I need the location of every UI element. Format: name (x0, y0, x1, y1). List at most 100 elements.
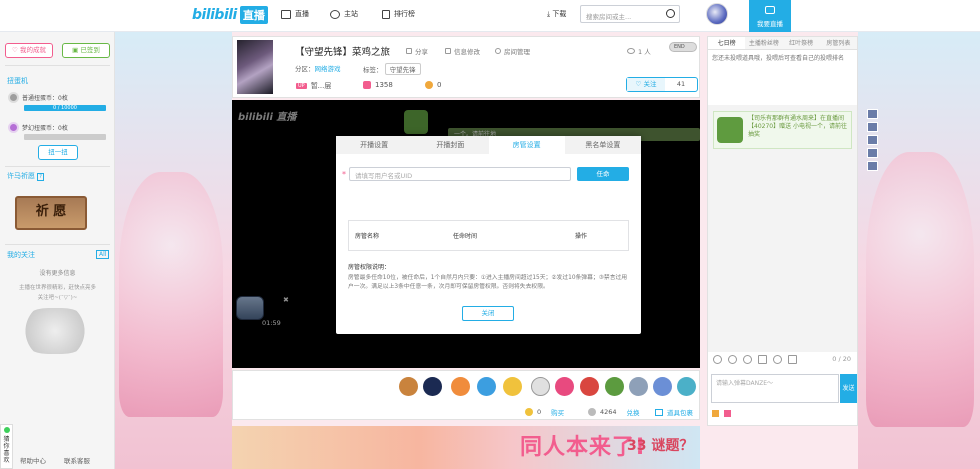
gift-item-icon[interactable] (423, 377, 442, 396)
gift-item-icon[interactable] (503, 377, 522, 396)
gift-item-icon[interactable] (580, 377, 599, 396)
nav-live-label: 直播 (295, 10, 309, 18)
live-toggle[interactable]: END (669, 42, 697, 52)
admin-user-input[interactable]: 请填写用户名或UID (349, 167, 571, 181)
gift-item-icon[interactable] (629, 377, 648, 396)
gift-item-icon[interactable] (653, 377, 672, 396)
gold-count: 1358 (375, 81, 393, 89)
divider (5, 65, 110, 66)
smile-icon[interactable] (743, 355, 752, 364)
dream-capsule-row: 梦幻扭蛋币：0枚 (8, 122, 68, 133)
edit-icon (445, 48, 451, 54)
nav-live[interactable]: 直播 (281, 9, 309, 19)
nav-rank[interactable]: 排行榜 (382, 9, 415, 19)
download-link[interactable]: ⤓ 下载 (547, 9, 566, 19)
gift-item-icon[interactable] (555, 377, 574, 396)
share-label: 分享 (415, 48, 428, 56)
follow-count: 41 (676, 80, 686, 88)
logo-live: 直播 (239, 6, 268, 24)
trash-icon[interactable] (758, 355, 767, 364)
appoint-button[interactable]: 任命 (577, 167, 629, 181)
thumbnail[interactable] (867, 109, 878, 119)
user-avatar[interactable] (706, 3, 728, 25)
silver-balance: 0 购买 (525, 407, 564, 417)
online-dot (4, 427, 10, 433)
exchange-link[interactable]: 兑换 (627, 407, 640, 417)
room-cover[interactable] (237, 40, 273, 94)
room-header: 【守望先锋】菜鸡之旅 分享 信息修改 房间管理 1 人 END 分区：网络游戏 … (232, 36, 700, 98)
card-icon[interactable] (788, 355, 797, 364)
normal-capsule-progress-text: 0 / 10000 (53, 105, 77, 111)
gift-item-icon[interactable] (451, 377, 470, 396)
room-manage-label: 房间管理 (504, 48, 530, 56)
top-navbar: bilibili 直播 直播 主站 排行榜 ⤓ 下载 搜索房间或主... 我要直… (0, 0, 980, 32)
thumbnail[interactable] (867, 161, 878, 171)
tab-room-admin[interactable]: 房管设置 (488, 136, 565, 154)
nav-main-site-label: 主站 (344, 10, 358, 18)
gift-item-icon[interactable] (605, 377, 624, 396)
follow-all-button[interactable]: All (96, 250, 110, 259)
signed-button[interactable]: ▣ 已签到 (62, 43, 110, 58)
my-achievement-button[interactable]: ♡ 我的成就 (5, 43, 53, 58)
gift-item-icon[interactable] (531, 377, 550, 396)
rank-tabs: 七日榜 主播粉丝榜 红叶祭榜 房管列表 (708, 37, 857, 50)
bilibili-live-logo[interactable]: bilibili 直播 (192, 6, 268, 24)
color-option-icon[interactable] (712, 410, 719, 417)
tab-live-settings[interactable]: 开播设置 (336, 136, 412, 154)
close-button[interactable]: 关闭 (462, 306, 514, 321)
danmu-input[interactable]: 请输入弹幕DANZE～ (711, 374, 839, 403)
color-option-icon[interactable] (724, 410, 731, 417)
promo-banner[interactable]: 同人本来了! 33 谜题？ (232, 426, 700, 469)
silver-coin-icon (525, 408, 533, 416)
record-icon[interactable] (773, 355, 782, 364)
thumbnail[interactable] (867, 135, 878, 145)
thumbnail[interactable] (867, 148, 878, 158)
room-title: 【守望先锋】菜鸡之旅 (295, 47, 391, 58)
package-button[interactable]: 道具包裹 (655, 407, 693, 417)
camera-icon (765, 6, 775, 14)
buy-link[interactable]: 购买 (551, 407, 564, 417)
tab-live-cover[interactable]: 开播封面 (412, 136, 488, 154)
gift-item-icon[interactable] (677, 377, 696, 396)
room-manage-button[interactable]: 房间管理 (495, 46, 530, 56)
tag-value[interactable]: 守望先锋 (384, 63, 421, 75)
tab-fans[interactable]: 主播粉丝榜 (745, 37, 782, 49)
admin-table: 房管名称 任命时间 操作 (348, 220, 629, 251)
follow-label: ♡ 关注 (627, 78, 665, 91)
tab-blacklist[interactable]: 黑名单设置 (565, 136, 641, 154)
help-center-link[interactable]: 帮助中心 (20, 455, 46, 465)
contact-link[interactable]: 联系客服 (64, 455, 90, 465)
area-value[interactable]: 网络游戏 (315, 65, 341, 73)
area-label: 分区： (295, 65, 315, 73)
eye-icon[interactable] (713, 355, 722, 364)
wish-board[interactable]: 祈 愿 (15, 196, 87, 230)
rank-icon (382, 9, 390, 19)
left-sidebar: ♡ 我的成就 ▣ 已签到 扭蛋机 普通扭蛋币：0枚 0 / 10000 梦幻扭蛋… (0, 32, 115, 469)
gift-notice[interactable]: 【司乐有那群有通水周来】在直播间【40270】赠送 小电视一个，请前往抽奖 (713, 111, 852, 149)
tab-seven-day[interactable]: 七日榜 (708, 37, 746, 49)
follow-button[interactable]: ♡ 关注 41 (626, 77, 698, 92)
divider (5, 244, 110, 245)
dream-capsule-label: 梦幻扭蛋币：0枚 (22, 125, 68, 132)
thumbnail[interactable] (867, 122, 878, 132)
share-button[interactable]: 分享 (406, 46, 428, 56)
normal-capsule-row: 普通扭蛋币：0枚 (8, 92, 68, 103)
tab-admin-list[interactable]: 房管列表 (820, 37, 857, 49)
guess-you-like-tab[interactable]: 猜你喜欢 (0, 424, 13, 469)
search-input[interactable]: 搜索房间或主... (580, 5, 680, 23)
help-icon[interactable]: ? (37, 173, 44, 181)
tab-maple[interactable]: 红叶祭榜 (783, 37, 820, 49)
signed-label: 已签到 (80, 46, 100, 54)
send-button[interactable]: 发送 (840, 374, 857, 403)
follow-empty-1: 没有更多信息 (39, 270, 76, 277)
search-icon[interactable] (666, 9, 675, 18)
tag-label: 标签： (363, 66, 383, 74)
gift-item-icon[interactable] (477, 377, 496, 396)
nav-main-site[interactable]: 主站 (330, 9, 358, 19)
gift-icon[interactable] (728, 355, 737, 364)
normal-capsule-icon (8, 92, 19, 103)
start-live-button[interactable]: 我要直播 (749, 0, 791, 32)
info-edit-button[interactable]: 信息修改 (445, 46, 480, 56)
gift-item-icon[interactable] (399, 377, 418, 396)
twist-button[interactable]: 扭一扭 (38, 145, 78, 160)
